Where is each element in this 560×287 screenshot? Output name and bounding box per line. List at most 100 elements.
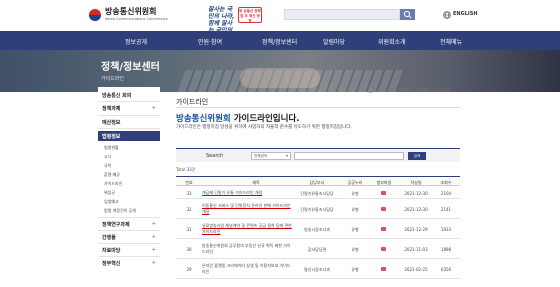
lnb-sub-delegated[interactable]: 위임규 (104, 190, 115, 196)
row-number: 33 (186, 191, 192, 196)
row-department: 단말기유통조사담당 (300, 207, 334, 212)
expand-icon[interactable]: + (152, 105, 156, 111)
row-open-type: 유형 (351, 191, 359, 196)
row-views: 1933 (440, 227, 452, 232)
search-scope-select[interactable]: 전체검색 ▾ (251, 152, 291, 160)
row-views: 2141 (440, 207, 452, 212)
lnb-item-data[interactable]: 자료마당 (102, 247, 120, 254)
government-emblem-icon[interactable] (88, 8, 102, 22)
lnb-active-label: 법령정보 (102, 134, 121, 140)
total-count: Total 33건 (176, 167, 195, 173)
lnb-sub-law-status[interactable]: 법령현황 (104, 145, 119, 151)
divider (98, 128, 160, 129)
attachment-file-icon[interactable] (381, 247, 386, 251)
row-open-type: 유형 (351, 267, 359, 272)
main-navigation: 정보공개 민원·참여 정책/정보센터 알림마당 위원회소개 전체메뉴 (0, 31, 560, 50)
banner-subtitle: 가이드라인 (101, 76, 125, 82)
lnb-sub-directives[interactable]: 훈령·예규 (104, 172, 120, 178)
headline-text: 가이드라인입니다. (230, 114, 300, 124)
attachment-file-icon[interactable] (381, 207, 386, 211)
row-title-link[interactable]: 유료방송사업 채널계약 및 콘텐츠 공급 절차 등에 관한 가이드라인 (202, 223, 294, 234)
page-title: 가이드라인 (176, 98, 209, 106)
keyword-input[interactable] (294, 152, 404, 160)
row-open-type: 유형 (351, 227, 359, 232)
row-title-link[interactable]: 개금제 단말기 유통 가이드라인 개정 (202, 190, 294, 196)
side-navigation: 방송통신 회의 정책과제 + 예산정보 법령정보 법령현황 고시 규칙 훈령·예… (98, 87, 160, 287)
row-date: 2021-11-03 (404, 247, 428, 252)
divider (98, 230, 160, 231)
gnb-item-about[interactable]: 위원회소개 (378, 37, 406, 46)
site-search-input[interactable] (284, 9, 400, 20)
breadcrumb[interactable]: HOME > 정책/정보센터 > 법령정보 > 가이드라인 (375, 88, 451, 93)
search-button[interactable] (400, 9, 415, 20)
gnb-item-policy-center[interactable]: 정책/정보센터 (262, 37, 297, 46)
row-title-link[interactable]: 이동통신 서비스 및 단말장치 온라인 판매 가이드라인 개정 (202, 203, 294, 214)
page-description: 가이드라인은 행정지침 달성을 위하여 사업자의 자율적 준수를 유도하기 위한… (176, 125, 352, 130)
gnb-item-all-menu[interactable]: 전체메뉴 (440, 37, 462, 46)
search-filter: Search 전체검색 ▾ 검색 (176, 148, 460, 162)
search-icon (403, 10, 412, 19)
lnb-item-publications[interactable]: 간행물 (102, 234, 116, 241)
top-header: 방송통신위원회 Korea Communications Commission … (0, 0, 560, 41)
language-link[interactable]: ENGLISH (453, 11, 478, 17)
total-label: Total (176, 167, 186, 172)
lnb-sub-notice[interactable]: 고시 (104, 154, 111, 160)
divider (98, 115, 160, 116)
expand-icon[interactable]: + (152, 247, 156, 253)
divider (98, 256, 160, 257)
row-number: 31 (186, 227, 192, 232)
table-row[interactable]: 33 개금제 단말기 유통 가이드라인 개정 단말기유통조사담당 유형 2021… (176, 186, 460, 199)
banner-title: 정책/정보센터 (101, 62, 160, 73)
logo-title[interactable]: 방송통신위원회 (105, 7, 157, 16)
expand-icon[interactable]: + (152, 221, 156, 227)
total-unit: 건 (191, 167, 196, 172)
lnb-sub-legislation[interactable]: 입법예고 (104, 199, 119, 205)
row-department: 단말기유통조사담당 (300, 191, 334, 196)
gnb-item-notice[interactable]: 알림마당 (323, 37, 345, 46)
attachment-file-icon[interactable] (381, 191, 386, 195)
table-row[interactable]: 30 방송통신위원회 공무원의 부동산 신규 취득 제한 가이드라인 감사담당관… (176, 239, 460, 259)
lnb-sub-guidelines[interactable]: 가이드라인 (104, 181, 122, 187)
gnb-item-info-disclosure[interactable]: 정보공개 (125, 37, 147, 46)
filter-search-button[interactable]: 검색 (408, 152, 426, 160)
row-date: 2021-12-30 (404, 191, 428, 196)
table-row[interactable]: 29 온라인 플랫폼 크리에이터 상생 및 이용자보호 가이드라인 통신시장조사… (176, 259, 460, 279)
lnb-item-innovation[interactable]: 정부혁신 (102, 260, 120, 267)
lnb-item-meeting[interactable]: 방송통신 회의 (102, 92, 131, 99)
headline: 방송통신위원회 가이드라인입니다. (176, 112, 300, 124)
divider (98, 101, 160, 102)
lnb-item-policy-tasks[interactable]: 정책과제 (102, 105, 120, 112)
row-views: 6350 (440, 267, 452, 272)
table-header: 번호 제목 담당부서 공공누리 첨부파일 작성일 조회수 (176, 176, 460, 186)
headline-emphasis: 방송통신위원회 (176, 114, 231, 124)
policy-badge[interactable]: 방 송통신 정부 업 무 혁신 방향 (238, 7, 262, 23)
lnb-item-law-active[interactable]: 법령정보 (98, 131, 160, 141)
table-row[interactable]: 31 유료방송사업 채널계약 및 콘텐츠 공급 절차 등에 관한 가이드라인 방… (176, 219, 460, 239)
attachment-file-icon[interactable] (381, 227, 386, 231)
divider (98, 217, 160, 218)
divider (176, 107, 460, 108)
lnb-sub-rules[interactable]: 규칙 (104, 163, 111, 169)
banner-hand-image (240, 68, 320, 88)
lnb-item-research[interactable]: 정책연구과제 (102, 221, 130, 228)
row-title-link[interactable]: 방송통신위원회 공무원의 부동산 신규 취득 제한 가이드라인 (202, 243, 294, 254)
lnb-item-budget[interactable]: 예산정보 (102, 119, 120, 126)
row-date: 2021-02-25 (404, 267, 428, 272)
row-number: 32 (186, 207, 192, 212)
row-number: 29 (186, 267, 192, 272)
search-label: Search (206, 153, 224, 159)
expand-icon[interactable]: + (152, 234, 156, 240)
row-title-link[interactable]: 온라인 플랫폼 크리에이터 상생 및 이용자보호 가이드라인 (202, 263, 294, 274)
lnb-sub-amendment[interactable]: 법령 개정건의 공개 (104, 208, 136, 214)
expand-icon[interactable]: + (152, 260, 156, 266)
gnb-item-civil-participation[interactable]: 민원·참여 (198, 37, 222, 46)
table-row[interactable]: 32 이동통신 서비스 및 단말장치 온라인 판매 가이드라인 개정 단말기유통… (176, 199, 460, 219)
page-banner (0, 50, 560, 92)
row-department: 감사담당관 (307, 247, 327, 252)
row-views: 1898 (440, 247, 452, 252)
attachment-file-icon[interactable] (381, 267, 386, 271)
home-icon[interactable] (368, 88, 373, 93)
row-open-type: 유형 (351, 247, 359, 252)
row-department: 방송시장조사과 (304, 227, 330, 232)
row-date: 2021-12-30 (404, 207, 428, 212)
